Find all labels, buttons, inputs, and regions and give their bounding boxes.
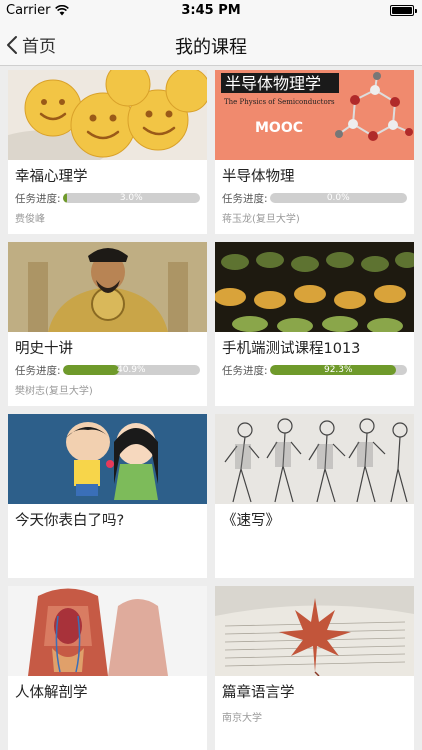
progress-row: 任务进度: 3.0% [15, 191, 200, 205]
progress-bar: 40.9% [62, 365, 200, 375]
progress-bar: 92.3% [269, 365, 407, 375]
navigation-bar: 首页 我的课程 [0, 22, 422, 66]
course-grid: 幸福心理学 任务进度: 3.0% 费俊峰 半导体物理学 The Physics … [0, 66, 422, 750]
course-thumbnail [215, 242, 414, 332]
progress-row: 任务进度: 0.0% [222, 191, 407, 205]
teacher-name: 樊树志(复旦大学) [15, 386, 93, 397]
status-time: 3:45 PM [181, 3, 241, 18]
course-thumbnail [8, 70, 207, 160]
course-title: 篇章语言学 [222, 685, 295, 701]
progress-label: 任务进度: [222, 192, 268, 205]
course-thumbnail [215, 586, 414, 676]
progress-row: 任务进度: 92.3% [222, 363, 407, 377]
course-card-confession[interactable]: 今天你表白了吗? [8, 414, 207, 578]
course-card-ming-history[interactable]: 明史十讲 任务进度: 40.9% 樊树志(复旦大学) [8, 242, 207, 406]
teacher-name [15, 537, 200, 551]
progress-text: 40.9% [116, 365, 146, 375]
teacher-name [222, 382, 407, 396]
course-thumbnail: 半导体物理学 The Physics of Semiconductors MOO… [215, 70, 414, 160]
teacher-name: 南京大学 [222, 713, 262, 724]
course-thumbnail [215, 414, 414, 504]
course-title: 《速写》 [222, 513, 280, 529]
page-title: 我的课程 [175, 37, 247, 58]
course-card-semiconductor-physics[interactable]: 半导体物理学 The Physics of Semiconductors MOO… [215, 70, 414, 234]
progress-bar: 3.0% [62, 193, 200, 203]
teacher-name [222, 537, 407, 551]
course-title: 人体解剖学 [15, 685, 88, 701]
course-card-human-anatomy[interactable]: 人体解剖学 [8, 586, 207, 750]
battery-icon [390, 5, 417, 16]
status-bar: Carrier 3:45 PM [0, 0, 422, 22]
course-title: 半导体物理 [222, 169, 295, 185]
progress-label: 任务进度: [15, 364, 61, 377]
course-card-happiness-psychology[interactable]: 幸福心理学 任务进度: 3.0% 费俊峰 [8, 70, 207, 234]
course-card-mobile-test[interactable]: 手机端测试课程1013 任务进度: 92.3% [215, 242, 414, 406]
course-title: 幸福心理学 [15, 169, 88, 185]
course-thumbnail [8, 242, 207, 332]
progress-label: 任务进度: [15, 192, 61, 205]
course-card-discourse-linguistics[interactable]: 篇章语言学 南京大学 [215, 586, 414, 750]
svg-text:半导体物理学: 半导体物理学 [225, 74, 321, 93]
progress-text: 92.3% [323, 365, 353, 375]
progress-row: 任务进度: 40.9% [15, 363, 200, 377]
progress-bar: 0.0% [269, 193, 407, 203]
course-thumbnail [8, 414, 207, 504]
progress-text: 3.0% [119, 193, 143, 203]
course-title: 今天你表白了吗? [15, 513, 125, 529]
course-title: 明史十讲 [15, 341, 73, 357]
course-thumbnail [8, 586, 207, 676]
progress-text: 0.0% [326, 193, 350, 203]
teacher-name: 蒋玉龙(复旦大学) [222, 214, 300, 225]
svg-text:The Physics of Semiconductors: The Physics of Semiconductors [224, 98, 335, 106]
svg-text:MOOC: MOOC [255, 120, 303, 136]
course-title: 手机端测试课程1013 [222, 341, 361, 357]
course-card-sketch[interactable]: 《速写》 [215, 414, 414, 578]
teacher-name [15, 709, 200, 723]
teacher-name: 费俊峰 [15, 214, 45, 225]
progress-label: 任务进度: [222, 364, 268, 377]
